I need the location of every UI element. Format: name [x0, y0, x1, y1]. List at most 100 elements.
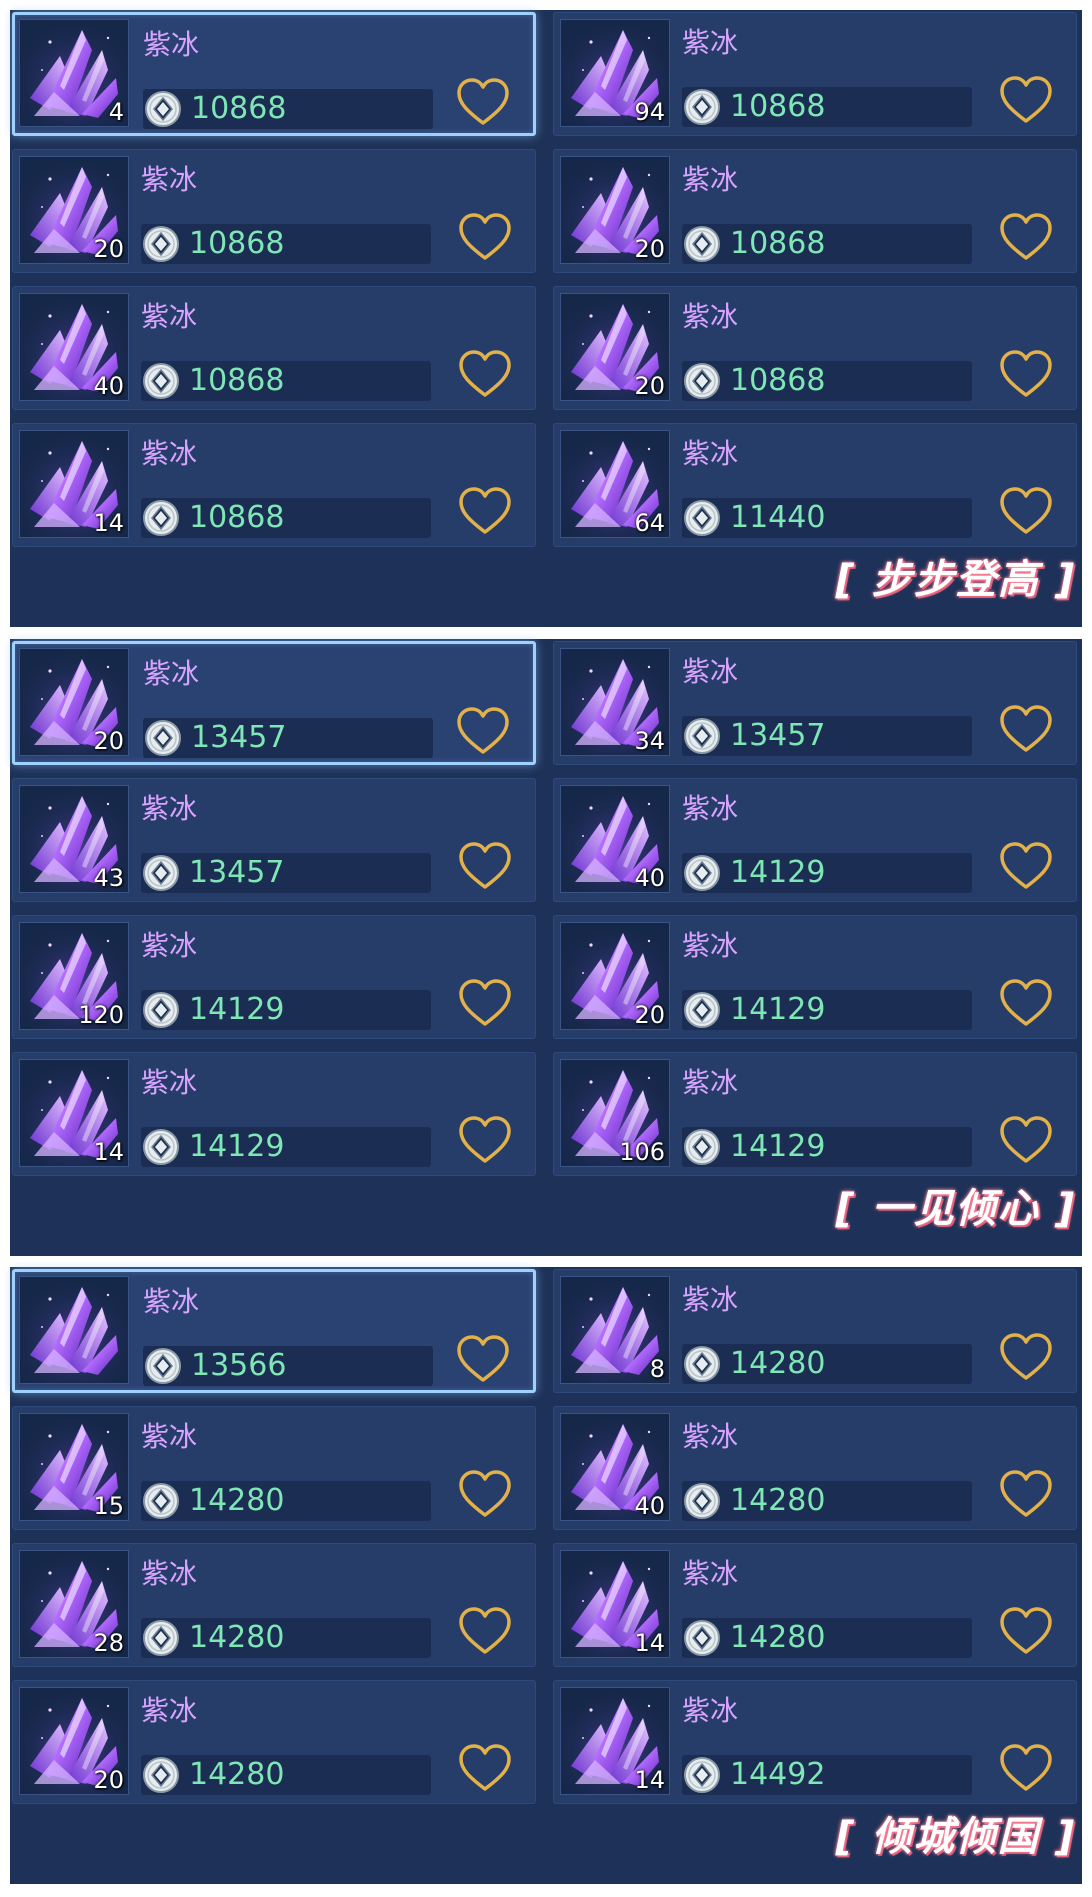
- heart-outline-icon[interactable]: [457, 841, 513, 891]
- item-card[interactable]: 40 紫冰 14280: [553, 1406, 1077, 1530]
- purple-crystal-icon: 14: [560, 1687, 670, 1795]
- heart-outline-icon[interactable]: [998, 1115, 1054, 1165]
- item-price: 10868: [730, 226, 826, 261]
- item-price: 10868: [189, 500, 285, 535]
- item-card[interactable]: 14 紫冰 14280: [553, 1543, 1077, 1667]
- purple-crystal-icon: 15: [19, 1413, 129, 1521]
- heart-outline-icon[interactable]: [998, 978, 1054, 1028]
- item-card[interactable]: 28 紫冰 14280: [12, 1543, 536, 1667]
- heart-outline-icon[interactable]: [457, 978, 513, 1028]
- item-quantity: 106: [619, 1138, 665, 1166]
- silver-coin-icon: [141, 990, 181, 1030]
- purple-crystal-icon: 106: [560, 1059, 670, 1167]
- item-card[interactable]: 20 紫冰 10868: [12, 149, 536, 273]
- item-price: 14280: [189, 1620, 285, 1655]
- price-bar: 14280: [682, 1481, 972, 1521]
- price-bar: 14280: [141, 1481, 431, 1521]
- price-bar: 13457: [141, 853, 431, 893]
- heart-outline-icon[interactable]: [455, 77, 511, 127]
- item-card[interactable]: 120 紫冰 14129: [12, 915, 536, 1039]
- item-price: 14280: [730, 1620, 826, 1655]
- silver-coin-icon: [141, 498, 181, 538]
- price-bar: 14129: [141, 1127, 431, 1167]
- item-card[interactable]: 20 紫冰 14129: [553, 915, 1077, 1039]
- item-card[interactable]: 34 紫冰 13457: [553, 641, 1077, 765]
- item-name: 紫冰: [141, 163, 198, 196]
- item-card[interactable]: 20 紫冰 13457: [12, 641, 536, 765]
- item-card[interactable]: 40 紫冰 14129: [553, 778, 1077, 902]
- silver-coin-icon: [682, 716, 722, 756]
- item-card[interactable]: 15 紫冰 14280: [12, 1406, 536, 1530]
- silver-coin-icon: [682, 853, 722, 893]
- item-card[interactable]: 64 紫冰 11440: [553, 423, 1077, 547]
- item-card[interactable]: 20 紫冰 10868: [553, 286, 1077, 410]
- silver-coin-icon: [682, 87, 722, 127]
- purple-crystal-icon: 40: [560, 785, 670, 893]
- item-quantity: 40: [634, 864, 665, 892]
- item-quantity: 14: [93, 509, 124, 537]
- silver-coin-icon: [682, 1755, 722, 1795]
- item-card[interactable]: 20 紫冰 14280: [12, 1680, 536, 1804]
- heart-outline-icon[interactable]: [457, 349, 513, 399]
- item-name: 紫冰: [141, 1420, 198, 1453]
- item-card[interactable]: 14 紫冰 14492: [553, 1680, 1077, 1804]
- heart-outline-icon[interactable]: [455, 706, 511, 756]
- heart-outline-icon[interactable]: [998, 841, 1054, 891]
- heart-outline-icon[interactable]: [457, 1115, 513, 1165]
- item-price: 10868: [189, 363, 285, 398]
- purple-crystal-icon: 34: [560, 648, 670, 756]
- item-price: 14129: [730, 1129, 826, 1164]
- silver-coin-icon: [141, 1755, 181, 1795]
- heart-outline-icon[interactable]: [998, 1606, 1054, 1656]
- item-card[interactable]: 14 紫冰 10868: [12, 423, 536, 547]
- heart-outline-icon[interactable]: [998, 1743, 1054, 1793]
- item-quantity: 20: [93, 235, 124, 263]
- heart-outline-icon[interactable]: [998, 75, 1054, 125]
- silver-coin-icon: [682, 990, 722, 1030]
- item-name: 紫冰: [682, 655, 739, 688]
- silver-coin-icon: [141, 361, 181, 401]
- item-name: 紫冰: [682, 1066, 739, 1099]
- purple-crystal-icon: 20: [19, 648, 129, 756]
- purple-crystal-icon: 14: [19, 1059, 129, 1167]
- price-bar: 10868: [143, 89, 433, 129]
- item-name: 紫冰: [682, 929, 739, 962]
- item-card[interactable]: 紫冰 13566: [12, 1269, 536, 1393]
- heart-outline-icon[interactable]: [998, 212, 1054, 262]
- heart-outline-icon[interactable]: [998, 1469, 1054, 1519]
- item-price: 14129: [730, 855, 826, 890]
- heart-outline-icon[interactable]: [457, 1469, 513, 1519]
- heart-outline-icon[interactable]: [998, 349, 1054, 399]
- silver-coin-icon: [141, 853, 181, 893]
- item-card[interactable]: 14 紫冰 14129: [12, 1052, 536, 1176]
- silver-coin-icon: [682, 498, 722, 538]
- purple-crystal-icon: 20: [560, 156, 670, 264]
- purple-crystal-icon: 94: [560, 19, 670, 127]
- item-quantity: 20: [93, 1766, 124, 1794]
- silver-coin-icon: [141, 1127, 181, 1167]
- price-bar: 14280: [141, 1755, 431, 1795]
- item-card[interactable]: 8 紫冰 14280: [553, 1269, 1077, 1393]
- item-card[interactable]: 4 紫冰 10868: [12, 12, 536, 136]
- price-bar: 11440: [682, 498, 972, 538]
- silver-coin-icon: [141, 224, 181, 264]
- item-card[interactable]: 106 紫冰 14129: [553, 1052, 1077, 1176]
- heart-outline-icon[interactable]: [457, 1606, 513, 1656]
- silver-coin-icon: [682, 224, 722, 264]
- heart-outline-icon[interactable]: [457, 212, 513, 262]
- item-card[interactable]: 40 紫冰 10868: [12, 286, 536, 410]
- item-card[interactable]: 43 紫冰 13457: [12, 778, 536, 902]
- item-card[interactable]: 20 紫冰 10868: [553, 149, 1077, 273]
- price-bar: 13566: [143, 1346, 433, 1386]
- heart-outline-icon[interactable]: [998, 486, 1054, 536]
- item-card[interactable]: 94 紫冰 10868: [553, 12, 1077, 136]
- item-name: 紫冰: [141, 300, 198, 333]
- heart-outline-icon[interactable]: [457, 486, 513, 536]
- item-price: 13457: [730, 718, 826, 753]
- heart-outline-icon[interactable]: [998, 704, 1054, 754]
- heart-outline-icon[interactable]: [455, 1334, 511, 1384]
- heart-outline-icon[interactable]: [998, 1332, 1054, 1382]
- heart-outline-icon[interactable]: [457, 1743, 513, 1793]
- purple-crystal-icon: 20: [560, 922, 670, 1030]
- section-title: [ 步步登高 ]: [835, 557, 1076, 603]
